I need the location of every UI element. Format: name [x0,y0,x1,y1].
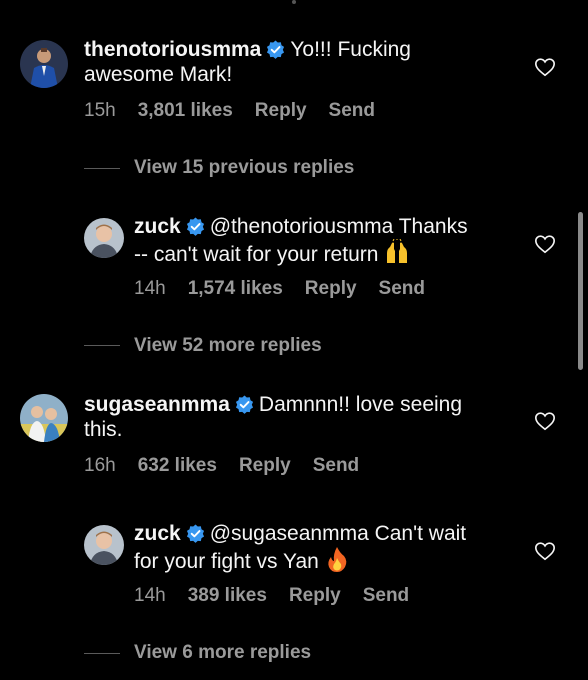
heart-icon[interactable] [534,56,556,78]
comment-text-line2: this. [84,418,123,441]
username[interactable]: zuck [134,215,181,238]
likes-count[interactable]: 632 likes [138,455,217,476]
heart-icon[interactable] [534,233,556,255]
raising-hands-emoji [387,239,408,263]
reply-button[interactable]: Reply [239,455,291,476]
comment-text: Yo!!! Fucking [290,38,411,61]
view-more-replies-link[interactable]: View 6 more replies [134,642,311,664]
reply-button[interactable]: Reply [289,585,341,606]
reply-button[interactable]: Reply [255,100,307,121]
send-button[interactable]: Send [313,455,359,476]
likes-count[interactable]: 3,801 likes [138,100,233,121]
view-previous-replies-link[interactable]: View 15 previous replies [134,157,354,179]
username[interactable]: zuck [134,522,181,545]
username[interactable]: sugaseanmma [84,393,230,416]
send-button[interactable]: Send [379,278,425,299]
avatar-sugaseanmma[interactable] [20,394,68,442]
reply-text: @thenotoriousmma Thanks [209,215,468,238]
comment-meta: 15h 3,801 likes Reply Send [84,100,397,122]
comment-body: thenotoriousmma Yo!!! Fucking awesome Mar… [84,37,514,87]
timestamp: 14h [134,278,166,299]
verified-badge-icon [186,217,204,236]
likes-count[interactable]: 389 likes [188,585,267,606]
divider-line [84,345,120,346]
avatar-zuck[interactable] [84,218,124,258]
avatar-thenotoriousmma[interactable] [20,40,68,88]
timestamp: 14h [134,585,166,606]
heart-icon[interactable] [534,540,556,562]
send-button[interactable]: Send [329,100,375,121]
likes-count[interactable]: 1,574 likes [188,278,283,299]
reply-meta: 14h 389 likes Reply Send [134,585,431,607]
comment-text: Damnnn!! love seeing [258,393,463,416]
send-button[interactable]: Send [363,585,409,606]
comment-meta: 16h 632 likes Reply Send [84,455,381,477]
reply-meta: 14h 1,574 likes Reply Send [134,278,447,300]
reply-text-line2: -- can't wait for your return [134,243,379,266]
scroll-dot [292,0,296,4]
reply-text: @sugaseanmma Can't wait [209,522,467,545]
heart-icon[interactable] [534,410,556,432]
timestamp: 16h [84,455,116,476]
verified-badge-icon [235,395,253,414]
comment-body: sugaseanmma Damnnn!! love seeing this. [84,392,514,442]
verified-badge-icon [267,40,285,59]
reply-body: zuck @sugaseanmma Can't wait for your fig… [134,521,524,574]
verified-badge-icon [186,524,204,543]
reply-text-line2: for your fight vs Yan [134,550,319,573]
divider-line [84,653,120,654]
reply-body: zuck @thenotoriousmma Thanks -- can't wai… [134,214,524,267]
avatar-zuck[interactable] [84,525,124,565]
comment-text-line2: awesome Mark! [84,63,233,86]
fire-emoji [328,547,347,572]
reply-button[interactable]: Reply [305,278,357,299]
username[interactable]: thenotoriousmma [84,38,261,61]
scrollbar[interactable] [578,212,583,370]
divider-line [84,168,120,169]
view-more-replies-link[interactable]: View 52 more replies [134,335,322,357]
timestamp: 15h [84,100,116,121]
